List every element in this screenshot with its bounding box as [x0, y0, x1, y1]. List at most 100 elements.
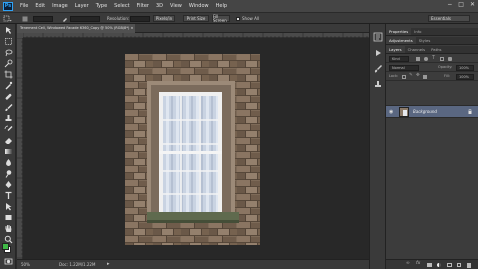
- adjustment-filter-icon[interactable]: [424, 57, 428, 61]
- healing-brush-tool[interactable]: [3, 92, 13, 101]
- status-arrow-icon[interactable]: ▸: [107, 262, 110, 267]
- width-input[interactable]: [70, 16, 100, 22]
- eyedropper-tool[interactable]: [3, 81, 13, 90]
- clone-stamp-tool[interactable]: [3, 114, 13, 123]
- crop-tool[interactable]: [3, 70, 13, 79]
- menu-file[interactable]: File: [20, 3, 28, 9]
- canvas-area[interactable]: [23, 38, 369, 259]
- tab-layers[interactable]: Layers: [386, 46, 405, 53]
- actions-panel-button[interactable]: [373, 48, 383, 58]
- eraser-tool[interactable]: [3, 136, 13, 145]
- menu-3d[interactable]: 3D: [156, 3, 163, 9]
- quick-selection-icon: [4, 59, 12, 68]
- gradient-tool[interactable]: [3, 147, 13, 156]
- shape-filter-icon[interactable]: [440, 57, 444, 61]
- document-close-button[interactable]: ×: [131, 26, 134, 30]
- menu-image[interactable]: Image: [52, 3, 68, 9]
- resolution-input[interactable]: [130, 16, 150, 22]
- quick-mask-button[interactable]: [3, 257, 13, 266]
- history-brush-tool[interactable]: [3, 125, 13, 134]
- menu-view[interactable]: View: [170, 3, 182, 9]
- marquee-tool[interactable]: [3, 37, 13, 46]
- show-all-label: Show All: [242, 16, 260, 21]
- eyedropper-tool-icon: [5, 81, 12, 90]
- gradient-icon: [4, 149, 12, 154]
- brushes-panel-button[interactable]: [373, 64, 383, 74]
- tool-preset-picker[interactable]: [3, 15, 12, 23]
- blend-row: Normal Opacity: 100%: [386, 64, 478, 72]
- fill-input[interactable]: 100%: [456, 74, 474, 80]
- pixels-select[interactable]: Pixels/in: [153, 15, 175, 22]
- brush-tool[interactable]: [3, 103, 13, 112]
- new-layer-icon[interactable]: [457, 263, 461, 267]
- hand-icon: [4, 224, 11, 232]
- minimize-button[interactable]: −: [447, 2, 452, 8]
- fill-screen-button[interactable]: Fill Screen: [212, 14, 230, 22]
- lock-position-icon[interactable]: ✥: [416, 73, 420, 79]
- blend-mode-select[interactable]: Normal: [389, 65, 419, 71]
- menu-select[interactable]: Select: [114, 3, 129, 9]
- opacity-input[interactable]: 100%: [456, 65, 474, 71]
- layers-tab-row: Layers Channels Paths: [386, 46, 478, 54]
- new-selection-icon[interactable]: [22, 16, 28, 22]
- brush-icon: [4, 104, 12, 111]
- workspace-select[interactable]: Essentials: [428, 15, 470, 22]
- tab-paths[interactable]: Paths: [428, 46, 444, 53]
- dodge-tool[interactable]: [3, 169, 13, 178]
- close-button[interactable]: ✕: [470, 2, 475, 8]
- tab-adjustments[interactable]: Adjustments: [386, 37, 416, 44]
- document-image: [125, 54, 260, 245]
- history-panel-button[interactable]: [373, 32, 383, 42]
- link-layers-icon[interactable]: ∞: [406, 261, 410, 267]
- pixel-filter-icon[interactable]: [416, 57, 420, 61]
- kind-filter-select[interactable]: Kind: [389, 56, 409, 62]
- hand-tool[interactable]: [3, 224, 13, 233]
- maximize-button[interactable]: □: [458, 2, 464, 8]
- tab-channels[interactable]: Channels: [405, 46, 429, 53]
- new-group-icon[interactable]: [447, 263, 452, 267]
- smart-object-filter-icon[interactable]: [448, 57, 452, 61]
- blur-tool[interactable]: [3, 158, 13, 167]
- window-controls: − □ ✕: [447, 2, 475, 8]
- show-all-checkbox[interactable]: [236, 17, 240, 21]
- document-tab[interactable]: Tenement Cell, Windowed Facade 6360_Copy…: [17, 24, 135, 33]
- adjustment-layer-icon[interactable]: [437, 263, 441, 267]
- lock-transparent-icon[interactable]: [402, 75, 406, 79]
- delete-layer-icon[interactable]: [467, 263, 471, 268]
- rectangle-icon: [5, 215, 11, 220]
- menu-window[interactable]: Window: [189, 3, 209, 9]
- path-selection-tool[interactable]: [3, 202, 13, 211]
- doc-size: Doc: 1.22M/1.22M: [59, 262, 96, 267]
- menu-edit[interactable]: Edit: [35, 3, 45, 9]
- move-tool[interactable]: [3, 26, 13, 35]
- marquee-tool-icon: [3, 15, 12, 22]
- menu-filter[interactable]: Filter: [137, 3, 149, 9]
- clone-source-panel-button[interactable]: [373, 80, 383, 90]
- rectangle-tool[interactable]: [3, 213, 13, 222]
- type-tool[interactable]: [3, 191, 13, 200]
- layer-style-icon[interactable]: fx: [416, 261, 420, 267]
- quick-selection-tool[interactable]: [3, 59, 13, 68]
- menu-help[interactable]: Help: [216, 3, 227, 9]
- visibility-eye-icon[interactable]: ◉: [389, 110, 393, 115]
- lock-label: Lock:: [389, 74, 399, 78]
- print-size-button[interactable]: Print Size: [183, 15, 209, 22]
- pen-tool[interactable]: [3, 180, 13, 189]
- lock-pixels-icon[interactable]: ✎: [409, 73, 413, 79]
- menu-type[interactable]: Type: [96, 3, 107, 9]
- lock-all-icon[interactable]: [423, 75, 427, 79]
- layer-row-background[interactable]: ◉ Background: [386, 105, 478, 118]
- tab-styles[interactable]: Styles: [416, 37, 434, 44]
- menu-bar: Ps File Edit Image Layer Type Select Fil…: [0, 0, 478, 12]
- menu-layer[interactable]: Layer: [75, 3, 89, 9]
- foreground-color-swatch[interactable]: [2, 243, 9, 250]
- lasso-tool[interactable]: [3, 48, 13, 57]
- eyedropper-icon[interactable]: [62, 16, 68, 22]
- type-filter-icon[interactable]: T: [432, 56, 435, 61]
- zoom-level[interactable]: 50%: [21, 263, 30, 267]
- feather-input[interactable]: [33, 16, 53, 22]
- add-mask-icon[interactable]: [427, 263, 432, 267]
- play-icon: [376, 50, 381, 56]
- tab-info[interactable]: Info: [411, 28, 424, 35]
- tab-properties[interactable]: Properties: [386, 28, 412, 35]
